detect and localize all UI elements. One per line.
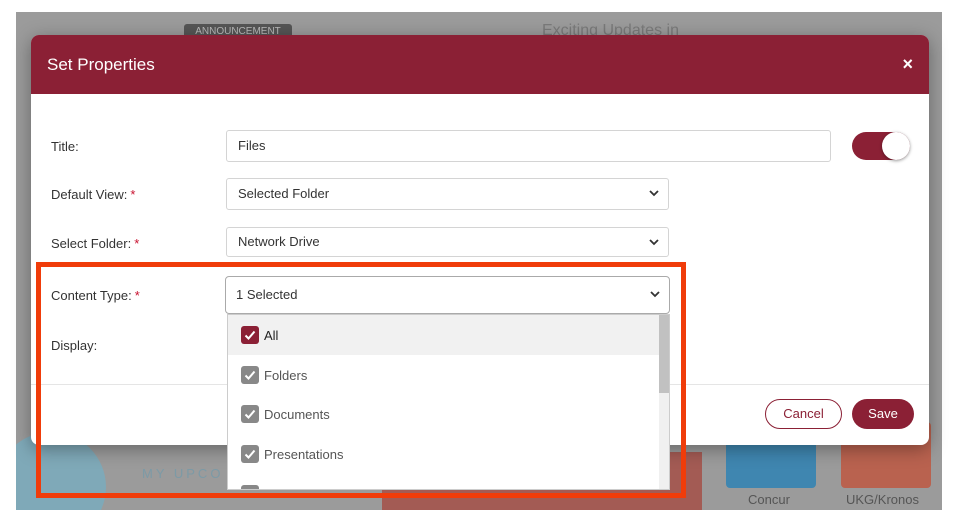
title-visibility-toggle[interactable] [852,132,910,160]
title-input[interactable]: Files [226,130,831,162]
option-label: Presentations [264,446,344,462]
default-view-label-text: Default View: [51,187,128,202]
select-folder-label-text: Select Folder: [51,236,132,251]
option-label: Documents [264,406,330,422]
select-folder-label: Select Folder: * [51,236,139,251]
display-label: Display: [51,338,98,353]
upcoming-label: MY UPCO [142,466,224,481]
checkbox-checked-icon[interactable] [241,485,259,489]
select-folder-value: Network Drive [238,234,320,249]
default-view-label: Default View: * [51,187,135,202]
scrollbar-thumb[interactable] [659,315,669,393]
required-mark: * [134,236,140,251]
content-type-select[interactable]: 1 Selected [225,276,670,314]
dropdown-scrollbar[interactable] [659,315,669,489]
option-partial[interactable] [228,474,660,489]
default-view-select[interactable]: Selected Folder [226,178,669,210]
save-button[interactable]: Save [852,399,914,429]
content-type-label: Content Type: * [51,288,140,303]
required-mark: * [134,288,140,303]
modal-header: Set Properties × [31,35,929,94]
toggle-knob [882,132,910,160]
modal-title: Set Properties [47,54,155,74]
content-type-label-text: Content Type: [51,288,132,303]
option-documents[interactable]: Documents [228,394,660,434]
select-folder-select[interactable]: Network Drive [226,227,669,257]
concur-tile-label: Concur [748,492,790,507]
content-type-dropdown: All Folders Documents Presentations [227,314,670,490]
title-label: Title: [51,139,79,154]
checkbox-checked-icon[interactable] [241,445,259,463]
cancel-button[interactable]: Cancel [765,399,842,429]
option-label: All [264,327,279,343]
required-mark: * [130,187,136,202]
checkbox-checked-icon[interactable] [241,326,259,344]
option-presentations[interactable]: Presentations [228,434,660,474]
option-label: Folders [264,367,308,383]
option-folders[interactable]: Folders [228,355,660,395]
default-view-value: Selected Folder [238,186,330,201]
chevron-down-icon [648,228,660,268]
close-icon[interactable]: × [902,54,913,75]
content-type-value: 1 Selected [236,287,298,302]
ukg-kronos-tile-label: UKG/Kronos [846,492,919,507]
checkbox-checked-icon[interactable] [241,405,259,423]
chevron-down-icon [648,179,660,220]
screenshot-frame: ANNOUNCEMENT Exciting Updates in MY UPCO… [0,0,955,525]
option-all[interactable]: All [228,315,660,355]
checkbox-checked-icon[interactable] [241,366,259,384]
